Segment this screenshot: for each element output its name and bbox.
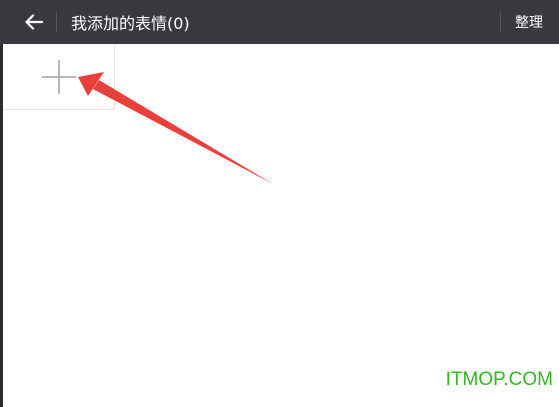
add-sticker-button[interactable] [3, 44, 115, 110]
header-divider [500, 12, 501, 32]
plus-icon [58, 60, 60, 94]
page-title: 我添加的表情(0) [71, 14, 190, 33]
arrow-left-icon [25, 14, 43, 30]
title-bar: 我添加的表情(0) 整理 [0, 0, 559, 44]
back-button[interactable] [20, 8, 48, 36]
header-divider [56, 12, 57, 32]
watermark: ITMOP.COM [445, 369, 553, 390]
manage-button[interactable]: 整理 [515, 12, 543, 32]
